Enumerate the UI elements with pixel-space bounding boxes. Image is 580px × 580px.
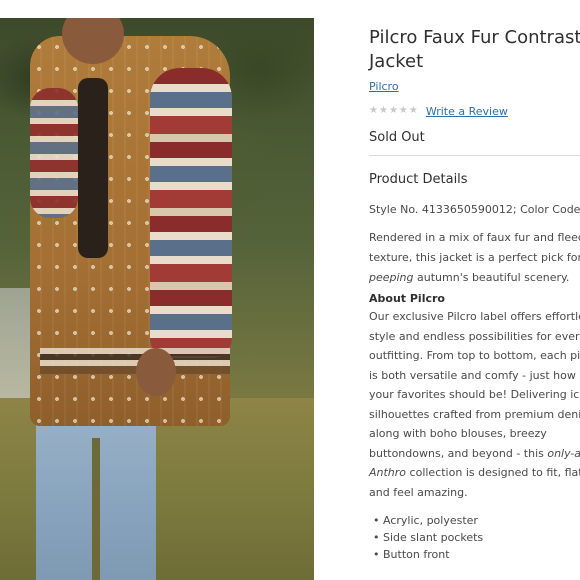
divider: [369, 155, 580, 156]
star-icon: ★: [388, 105, 398, 116]
product-image[interactable]: [0, 18, 314, 580]
write-review-link[interactable]: Write a Review: [426, 105, 508, 118]
product-title: Pilcro Faux Fur Contrast Jacket: [369, 27, 580, 72]
star-icon: ★: [378, 105, 388, 116]
star-rating: ★ ★ ★ ★ ★: [369, 106, 418, 116]
style-number: Style No. 4133650590012; Color Code: 0: [369, 203, 580, 216]
about-brand-text: Our exclusive Pilcro label offers effort…: [369, 310, 580, 499]
star-icon: ★: [369, 105, 378, 116]
feature-list: Acrylic, polyester Side slant pockets Bu…: [369, 512, 580, 563]
rating-row: ★ ★ ★ ★ ★ Write a Review: [369, 104, 580, 118]
list-item: Side slant pockets: [369, 529, 580, 546]
list-item: Acrylic, polyester: [369, 512, 580, 529]
brand-link[interactable]: Pilcro: [369, 80, 399, 93]
star-icon: ★: [408, 105, 418, 116]
product-details-panel: Pilcro Faux Fur Contrast Jacket Pilcro ★…: [314, 18, 580, 580]
about-brand-heading: About Pilcro: [369, 292, 445, 305]
product-page: Pilcro Faux Fur Contrast Jacket Pilcro ★…: [0, 0, 580, 580]
list-item: Button front: [369, 546, 580, 563]
product-details-heading[interactable]: Product Details: [369, 172, 580, 187]
star-icon: ★: [398, 105, 408, 116]
stock-status: Sold Out: [369, 130, 425, 145]
product-description: Rendered in a mix of faux fur and fleece…: [369, 231, 580, 284]
top-header-strip: [0, 0, 580, 19]
